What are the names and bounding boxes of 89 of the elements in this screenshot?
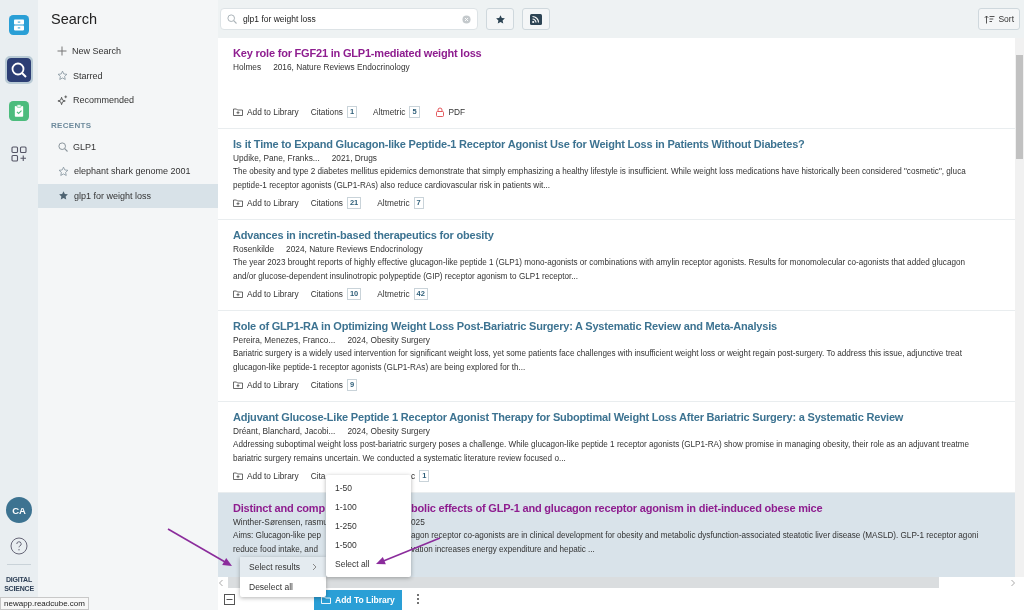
- menu-item[interactable]: 1-250: [326, 516, 411, 536]
- abstract-line: agon receptor co-agonists are in clinical development for obesity and metabolic dysfunction-associated steatotic liver disease (MASLD). GLP-1 receptor agoni: [411, 530, 979, 542]
- recent-search-item[interactable]: glp1 for weight loss: [38, 183, 218, 208]
- search-button[interactable]: [5, 56, 33, 84]
- menu-item[interactable]: Select all: [326, 554, 411, 573]
- star-icon: [494, 13, 506, 25]
- abstract-line: Bariatric surgery is a widely used intervention for significant weight loss, yet some patients face challenges with insufficient weight loss or weight regain post-surgery. To address this issue, adjunctive treat: [233, 348, 963, 360]
- star-icon: [58, 165, 69, 177]
- sidebar-title: Search: [51, 10, 98, 29]
- metric-label: Citations: [310, 289, 343, 299]
- search-field[interactable]: glp1 for weight loss: [220, 8, 478, 30]
- recent-search-item[interactable]: elephant shark genome 2001: [38, 159, 218, 184]
- menu-item[interactable]: Select results: [240, 557, 326, 577]
- sidebar-item[interactable]: Starred: [38, 63, 218, 88]
- annotation-arrow: [167, 528, 232, 566]
- abstract-line: Addressing suboptimal weight loss post-bariatric surgery poses a challenge. While glucagon-like peptide 1 receptor agonists (GLP1-RA) show promise in managing obesity, their role as an adjuvant treatme: [233, 439, 970, 451]
- metric-label: Citations: [310, 107, 343, 117]
- abstract-line: glucagon-like peptide-1 receptor agonists (GLP1-RAs) are being explored for th...: [233, 361, 527, 374]
- metric-label: Citations: [310, 380, 343, 390]
- result-title[interactable]: Adjuvant Glucose-Like Peptide 1 Receptor Agonist Therapy for Suboptimal Weight Loss After Bariatric Surgery: a Systematic Review: [233, 409, 1015, 425]
- folder-plus-icon: [233, 381, 243, 389]
- more-icon[interactable]: [415, 593, 420, 605]
- clipboard-button[interactable]: [7, 99, 31, 123]
- result-byline: Winther-Sørensen, rasmu: [233, 516, 328, 529]
- result-title[interactable]: Key role for FGF21 in GLP1-mediated weight loss: [233, 45, 1015, 61]
- folder-plus-icon: [233, 472, 243, 480]
- section-heading: RECENTS: [51, 120, 93, 130]
- result-byline: 025: [411, 516, 425, 529]
- search-icon: [227, 14, 237, 24]
- user-avatar[interactable]: CA: [6, 497, 32, 523]
- add-to-library-link[interactable]: Add to Library: [233, 198, 299, 208]
- abstract-line: The obesity and type 2 diabetes mellitus epidemics demonstrate that simply emphasizing a healthy lifestyle is insufficient. While weight loss medications have historically been considered "cosmetic", gluca: [233, 166, 967, 178]
- help-icon[interactable]: [10, 537, 28, 555]
- feed-button[interactable]: [522, 8, 550, 30]
- abstract-line: bariatric surgery remains uncertain. We conducted a systematic literature review focused o...: [233, 452, 567, 465]
- abstract-line: Aims: Glucagon-like pep: [233, 530, 322, 542]
- select-checkbox[interactable]: [224, 593, 235, 605]
- sort-button[interactable]: Sort: [978, 8, 1020, 30]
- result-authors: Updike, Pane, Franks...: [233, 152, 320, 165]
- result-title: bolic effects of GLP-1 and glucagon receptor agonism in diet-induced obese mice: [411, 501, 823, 516]
- menu-item[interactable]: 1-100: [326, 497, 411, 517]
- metric-label: Altmetric: [377, 289, 410, 299]
- add-to-library-link[interactable]: Add to Library: [233, 107, 299, 117]
- result-title[interactable]: Advances in incretin-based therapeutics for obesity: [233, 227, 1015, 243]
- sidebar-item[interactable]: Recommended: [38, 88, 218, 113]
- metric-label: Cita: [310, 471, 326, 481]
- menu-item[interactable]: 1-500: [326, 535, 411, 555]
- folder-plus-icon: [233, 108, 243, 116]
- result-authors: Rosenkilde: [233, 243, 275, 256]
- result-title: Distinct and comp: [233, 501, 325, 516]
- search-icon: [58, 141, 68, 152]
- star-icon: [58, 190, 69, 202]
- add-to-library-link[interactable]: Add to Library: [233, 289, 299, 299]
- star-icon: [57, 70, 68, 82]
- result-authors: Pereira, Menezes, Franco...: [233, 334, 336, 347]
- lock-icon: [435, 107, 444, 117]
- result-source: 2024, Obesity Surgery: [347, 425, 430, 438]
- metric-label: Altmetric: [373, 107, 406, 117]
- add-to-library-link[interactable]: Add to Library: [233, 380, 299, 390]
- add-to-library-link[interactable]: Add to Library: [233, 471, 299, 481]
- result-title[interactable]: Role of GLP1-RA in Optimizing Weight Loss Post-Bariatric Surgery: A Systematic Review and Meta-Analysis: [233, 318, 1015, 334]
- status-url-tooltip: newapp.readcube.com: [0, 597, 89, 610]
- pdf-link[interactable]: PDF: [435, 107, 466, 117]
- drawer-button[interactable]: [7, 13, 31, 37]
- result-title[interactable]: Is it Time to Expand Glucagon-like Peptide-1 Receptor Agonist Use for Weight Loss in Patients Without Diabetes?: [233, 136, 1015, 152]
- abstract-line: The year 2023 brought reports of highly effective glucagon-like peptide 1 (GLP1) mono-agonists or combinations with amylin receptor agonists. Results for monomolecular co-agonists that added glucagon: [233, 257, 966, 269]
- recent-search-item[interactable]: GLP1: [38, 134, 218, 159]
- rss-icon: [530, 13, 542, 25]
- result-authors: Holmes: [233, 61, 262, 74]
- abstract-line: and/or glucose-dependent insulinotropic polypeptide (GIP) receptor agonism to GLP1 receptor...: [233, 270, 580, 283]
- result-source: 2024, Nature Reviews Endocrinology: [286, 243, 423, 256]
- sparkle-icon: [57, 94, 68, 106]
- abstract-line: reduce food intake, and: [233, 543, 318, 556]
- metric-label: Altmetric: [377, 198, 410, 208]
- abstract-line: peptide-1 receptor agonists (GLP1-RAs) also reduce cardiovascular risk in patients wit...: [233, 179, 552, 192]
- folder-plus-icon: [233, 290, 243, 298]
- star-button[interactable]: [486, 8, 514, 30]
- result-source: 2024, Obesity Surgery: [347, 334, 430, 347]
- metric-label: Citations: [310, 198, 343, 208]
- result-source: 2021, Drugs: [331, 152, 377, 165]
- metric-label: c: [411, 471, 416, 481]
- plus-icon: [57, 46, 67, 57]
- result-source: 2016, Nature Reviews Endocrinology: [273, 61, 410, 74]
- sidebar-item[interactable]: New Search: [38, 39, 218, 64]
- sort-icon: [984, 14, 996, 24]
- menu-item[interactable]: 1-50: [326, 479, 411, 498]
- result-authors: Dréant, Blanchard, Jacobi...: [233, 425, 336, 438]
- folder-plus-icon: [233, 199, 243, 207]
- vertical-scrollbar[interactable]: [1015, 38, 1024, 577]
